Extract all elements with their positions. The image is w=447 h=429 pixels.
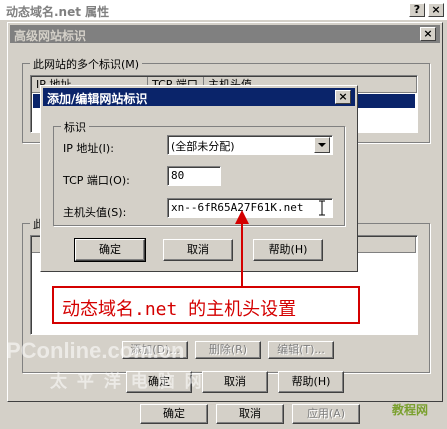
- annotation-text: 动态域名.net 的主机头设置: [62, 299, 297, 320]
- identity-group-label: 标识: [61, 119, 89, 135]
- dialog-ok-button[interactable]: 确定: [74, 238, 146, 262]
- ip-address-label: IP 地址(I):: [63, 142, 114, 155]
- identities-group-label: 此网站的多个标识(M): [30, 56, 143, 72]
- question-icon: ?: [413, 3, 421, 16]
- tcp-port-value: 80: [171, 169, 185, 182]
- edit-identity-titlebar: 添加/编辑网站标识 ×: [43, 88, 355, 106]
- dropdown-button[interactable]: [314, 137, 330, 153]
- close-icon: ×: [338, 90, 348, 103]
- dialog-close-button[interactable]: ×: [335, 90, 351, 104]
- properties-cancel-button[interactable]: 取消: [216, 404, 284, 424]
- tcp-port-label: TCP 端口(O):: [63, 174, 130, 187]
- dialog-cancel-button[interactable]: 取消: [163, 239, 233, 261]
- host-header-label: 主机头值(S):: [63, 206, 127, 219]
- properties-titlebar: 动态域名.net 属性 ? ×: [0, 0, 447, 20]
- remove-button[interactable]: 删除(R): [195, 341, 261, 359]
- ip-address-value: (全部未分配): [171, 140, 235, 153]
- properties-ok-button[interactable]: 确定: [140, 404, 208, 424]
- advanced-close-button[interactable]: ×: [420, 27, 436, 41]
- text-cursor-icon: [319, 200, 325, 216]
- edit-button[interactable]: 编辑(T)...: [268, 341, 334, 359]
- dialog-help-button[interactable]: 帮助(H): [253, 239, 323, 261]
- advanced-help-button[interactable]: 帮助(H): [278, 371, 344, 393]
- annotation-callout: 动态域名.net 的主机头设置: [52, 286, 360, 324]
- pconline-watermark-logo: PConline.com.cn: [6, 338, 185, 363]
- advanced-identity-titlebar: 高级网站标识 ×: [10, 25, 440, 43]
- edit-identity-dialog: 添加/编辑网站标识 × 标识 IP 地址(I): (全部未分配) TCP 端口(…: [40, 85, 358, 272]
- close-button[interactable]: ×: [428, 3, 444, 17]
- properties-apply-button[interactable]: 应用(A): [292, 404, 360, 424]
- properties-title: 动态域名.net 属性: [6, 5, 110, 19]
- advanced-cancel-button[interactable]: 取消: [202, 371, 268, 393]
- close-icon: ×: [423, 27, 433, 40]
- tcp-port-input[interactable]: 80: [167, 166, 221, 186]
- edit-identity-title: 添加/编辑网站标识: [47, 92, 148, 106]
- annotation-arrow: [235, 210, 249, 288]
- advanced-identity-title: 高级网站标识: [14, 29, 87, 43]
- help-button[interactable]: ?: [409, 3, 425, 17]
- corner-watermark: 教程网: [392, 403, 429, 417]
- ip-address-select[interactable]: (全部未分配): [167, 135, 333, 155]
- chevron-down-icon: [318, 143, 326, 147]
- pconline-watermark-subtitle: 太 平 洋 电 脑 网: [50, 372, 204, 392]
- close-icon: ×: [431, 3, 441, 16]
